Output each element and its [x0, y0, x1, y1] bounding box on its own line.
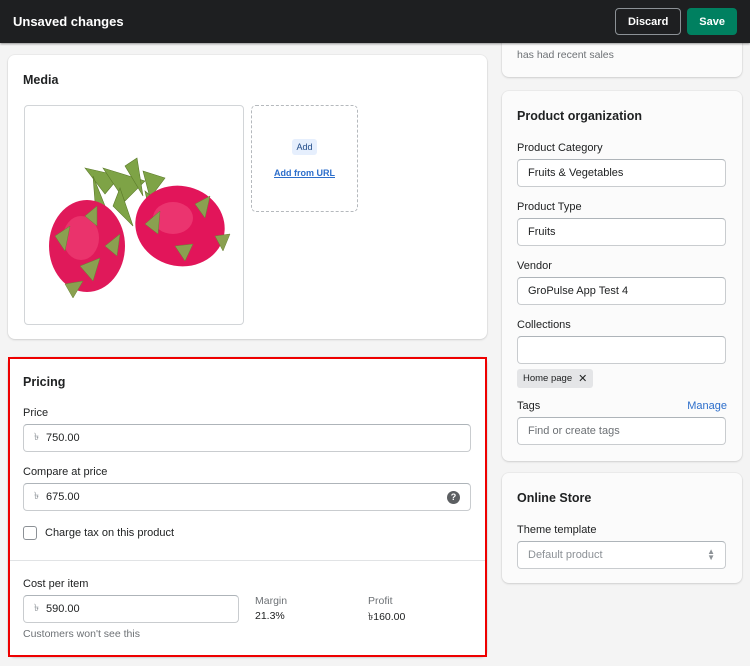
charge-tax-row[interactable]: Charge tax on this product: [23, 526, 174, 540]
price-value: 750.00: [45, 432, 80, 444]
compare-at-price-input[interactable]: ৳ 675.00 ?: [23, 483, 471, 511]
product-organization-card: Product organization Product Category Fr…: [502, 91, 742, 461]
add-media-button[interactable]: Add: [292, 139, 317, 155]
compare-at-price-label: Compare at price: [23, 466, 108, 478]
product-image[interactable]: [24, 105, 244, 325]
sales-channels-text: has had recent sales: [517, 49, 614, 61]
online-store-title: Online Store: [517, 491, 592, 505]
pricing-title: Pricing: [23, 375, 66, 389]
product-organization-title: Product organization: [517, 109, 642, 123]
theme-template-value: Default product: [528, 549, 603, 561]
margin-value: 21.3%: [255, 610, 285, 622]
charge-tax-checkbox[interactable]: [23, 526, 37, 540]
product-type-value: Fruits: [528, 226, 556, 238]
question-circle-icon[interactable]: ?: [447, 490, 460, 504]
product-category-value: Fruits & Vegetables: [528, 167, 624, 179]
top-bar: Unsaved changes Discard Save: [0, 0, 750, 43]
product-category-label: Product Category: [517, 142, 603, 154]
product-type-label: Product Type: [517, 201, 582, 213]
theme-template-label: Theme template: [517, 524, 597, 536]
media-card: Media Add Add from URL: [8, 55, 487, 339]
cost-per-item-value: 590.00: [45, 603, 80, 615]
collection-tag-label: Home page: [523, 373, 573, 384]
theme-template-select[interactable]: Default product ▲ ▼: [517, 541, 726, 569]
collection-tag: Home page ✕: [517, 369, 594, 388]
save-button[interactable]: Save: [687, 8, 737, 35]
manage-tags-link[interactable]: Manage: [687, 400, 727, 412]
profit-value: ৳160.00: [368, 611, 406, 623]
pricing-card: Pricing Price ৳ 750.00 Compare at price …: [8, 357, 487, 657]
price-label: Price: [23, 407, 49, 419]
profit-label: Profit: [368, 595, 393, 607]
topbar-actions: Discard Save: [614, 8, 737, 35]
remove-tag-icon[interactable]: ✕: [578, 372, 587, 385]
cost-per-item-input[interactable]: ৳ 590.00: [23, 595, 239, 623]
online-store-card: Online Store Theme template Default prod…: [502, 473, 742, 583]
collections-input[interactable]: [517, 336, 726, 364]
select-arrows-icon: ▲ ▼: [707, 547, 715, 562]
currency-symbol: ৳: [34, 602, 39, 614]
add-from-url-link[interactable]: Add from URL: [274, 168, 335, 178]
compare-at-price-value: 675.00: [45, 491, 80, 503]
dragon-fruit-image: [49, 157, 231, 299]
collections-label: Collections: [517, 319, 571, 331]
media-title: Media: [23, 73, 59, 87]
margin-label: Margin: [255, 595, 288, 607]
unsaved-changes-title: Unsaved changes: [13, 14, 124, 29]
discard-button[interactable]: Discard: [614, 8, 682, 35]
price-input[interactable]: ৳ 750.00: [23, 424, 471, 452]
charge-tax-label: Charge tax on this product: [45, 527, 175, 539]
tags-label: Tags: [517, 400, 541, 412]
currency-symbol: ৳: [34, 431, 39, 443]
vendor-input[interactable]: GroPulse App Test 4: [517, 277, 726, 305]
tags-placeholder: Find or create tags: [528, 425, 620, 437]
currency-symbol: ৳: [34, 490, 39, 502]
tags-input[interactable]: Find or create tags: [517, 417, 726, 445]
pricing-divider: [8, 560, 487, 561]
product-category-input[interactable]: Fruits & Vegetables: [517, 159, 726, 187]
product-type-input[interactable]: Fruits: [517, 218, 726, 246]
vendor-value: GroPulse App Test 4: [528, 285, 629, 297]
cost-help-text: Customers won't see this: [23, 628, 140, 640]
cost-per-item-label: Cost per item: [23, 578, 89, 590]
vendor-label: Vendor: [517, 260, 552, 272]
media-dropzone[interactable]: Add Add from URL: [251, 105, 358, 212]
